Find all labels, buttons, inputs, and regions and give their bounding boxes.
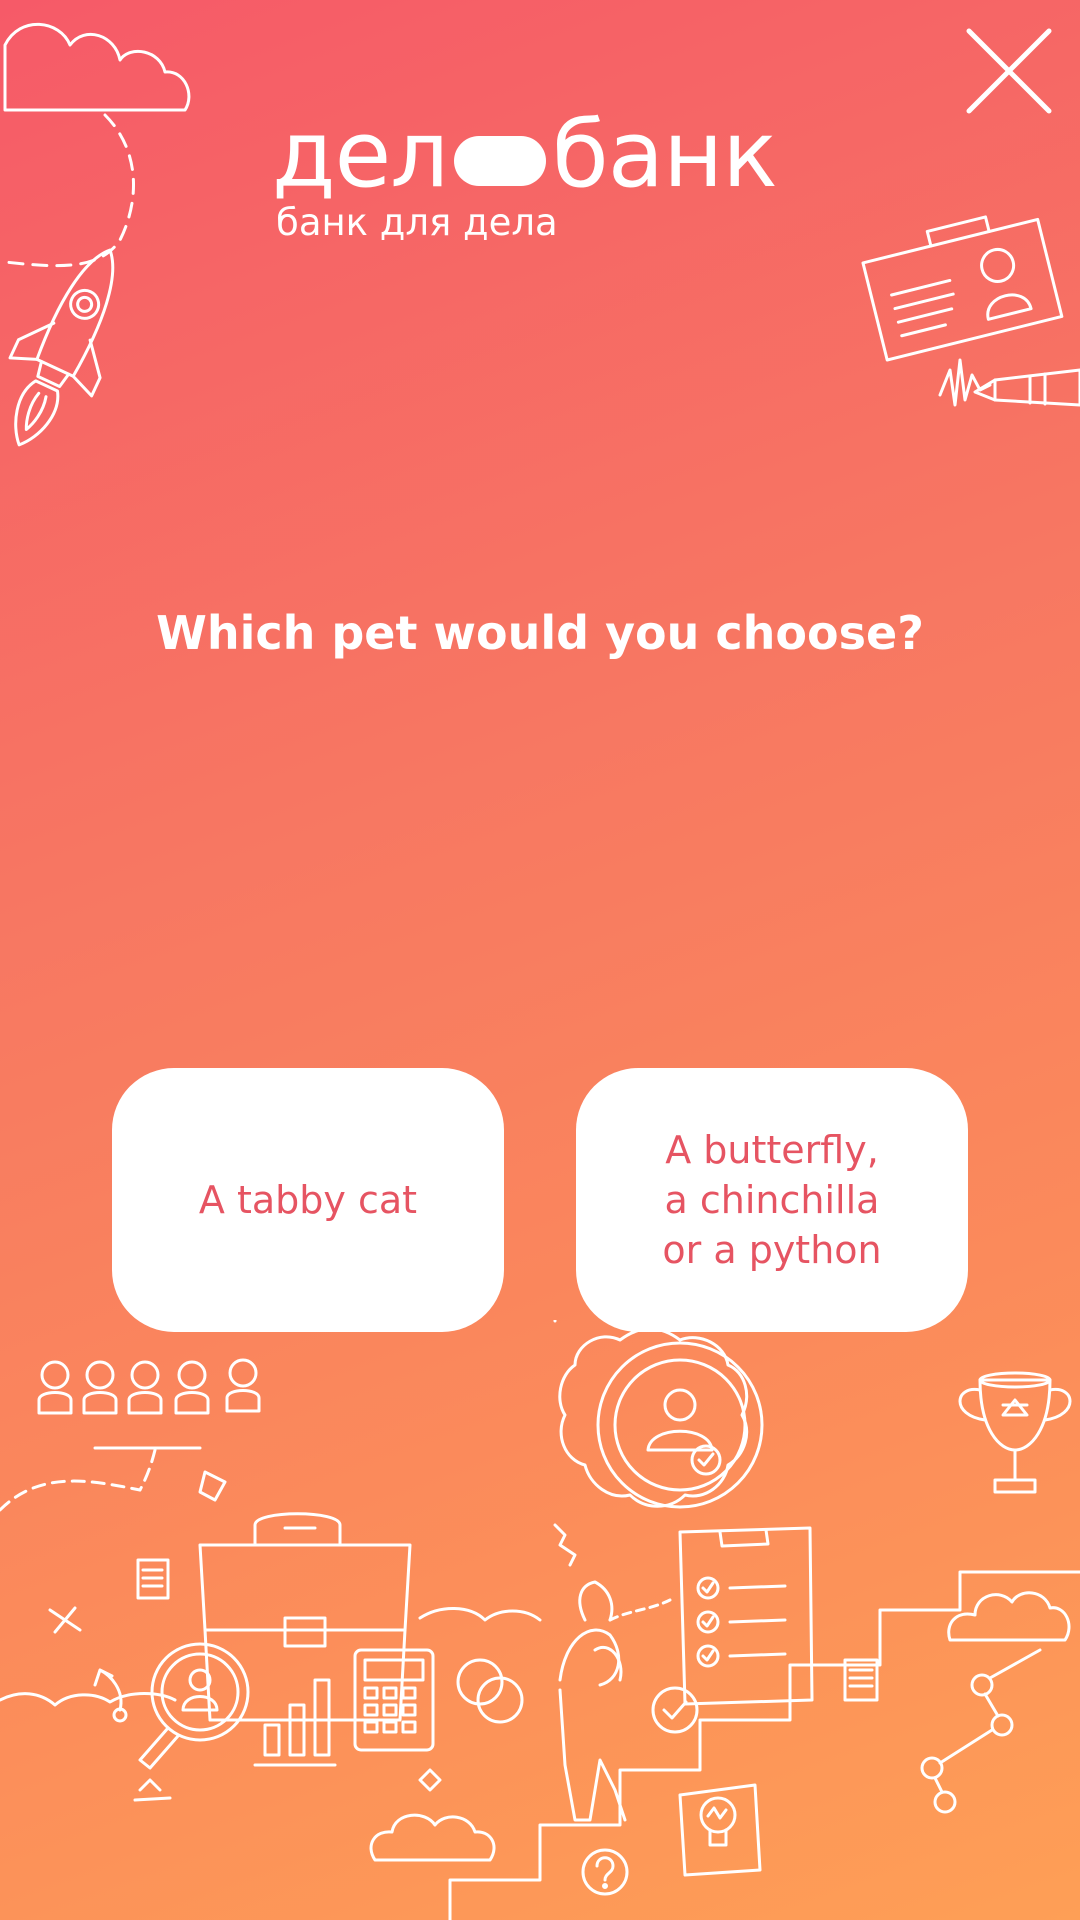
question-icon <box>581 1848 629 1896</box>
answer-option-tabby-cat[interactable]: A tabby cat <box>112 1068 504 1332</box>
close-icon[interactable] <box>964 26 1054 116</box>
answer-option-exotic-pets[interactable]: A butterfly, a chinchilla or a python <box>576 1068 968 1332</box>
business-illustration <box>0 1320 1080 1920</box>
cloud-rocket-doodle <box>3 22 191 447</box>
trophy-icon <box>958 1371 1072 1494</box>
logo-tagline: банк для дела <box>276 201 558 244</box>
bar-chart-icon <box>253 1678 337 1767</box>
logo-pill-icon <box>454 136 547 186</box>
calculator-icon <box>353 1648 435 1752</box>
document-icon <box>136 1558 170 1600</box>
id-card-pen-doodle <box>861 215 1080 407</box>
logo-word-right: банк <box>552 101 778 208</box>
gear-icon <box>558 1327 764 1509</box>
question-title: Which pet would you choose? <box>156 606 924 660</box>
logo-wordmark: дел банк <box>272 101 778 208</box>
clipboard-checklist-icon <box>651 1526 814 1734</box>
magnifier-icon <box>138 1642 250 1770</box>
logo-word-left: дел <box>272 101 449 208</box>
people-icon <box>37 1358 261 1450</box>
network-icon <box>920 1648 1042 1814</box>
brand-logo: дел банк банк для дела <box>272 105 812 245</box>
lightbulb-icon <box>678 1783 762 1877</box>
